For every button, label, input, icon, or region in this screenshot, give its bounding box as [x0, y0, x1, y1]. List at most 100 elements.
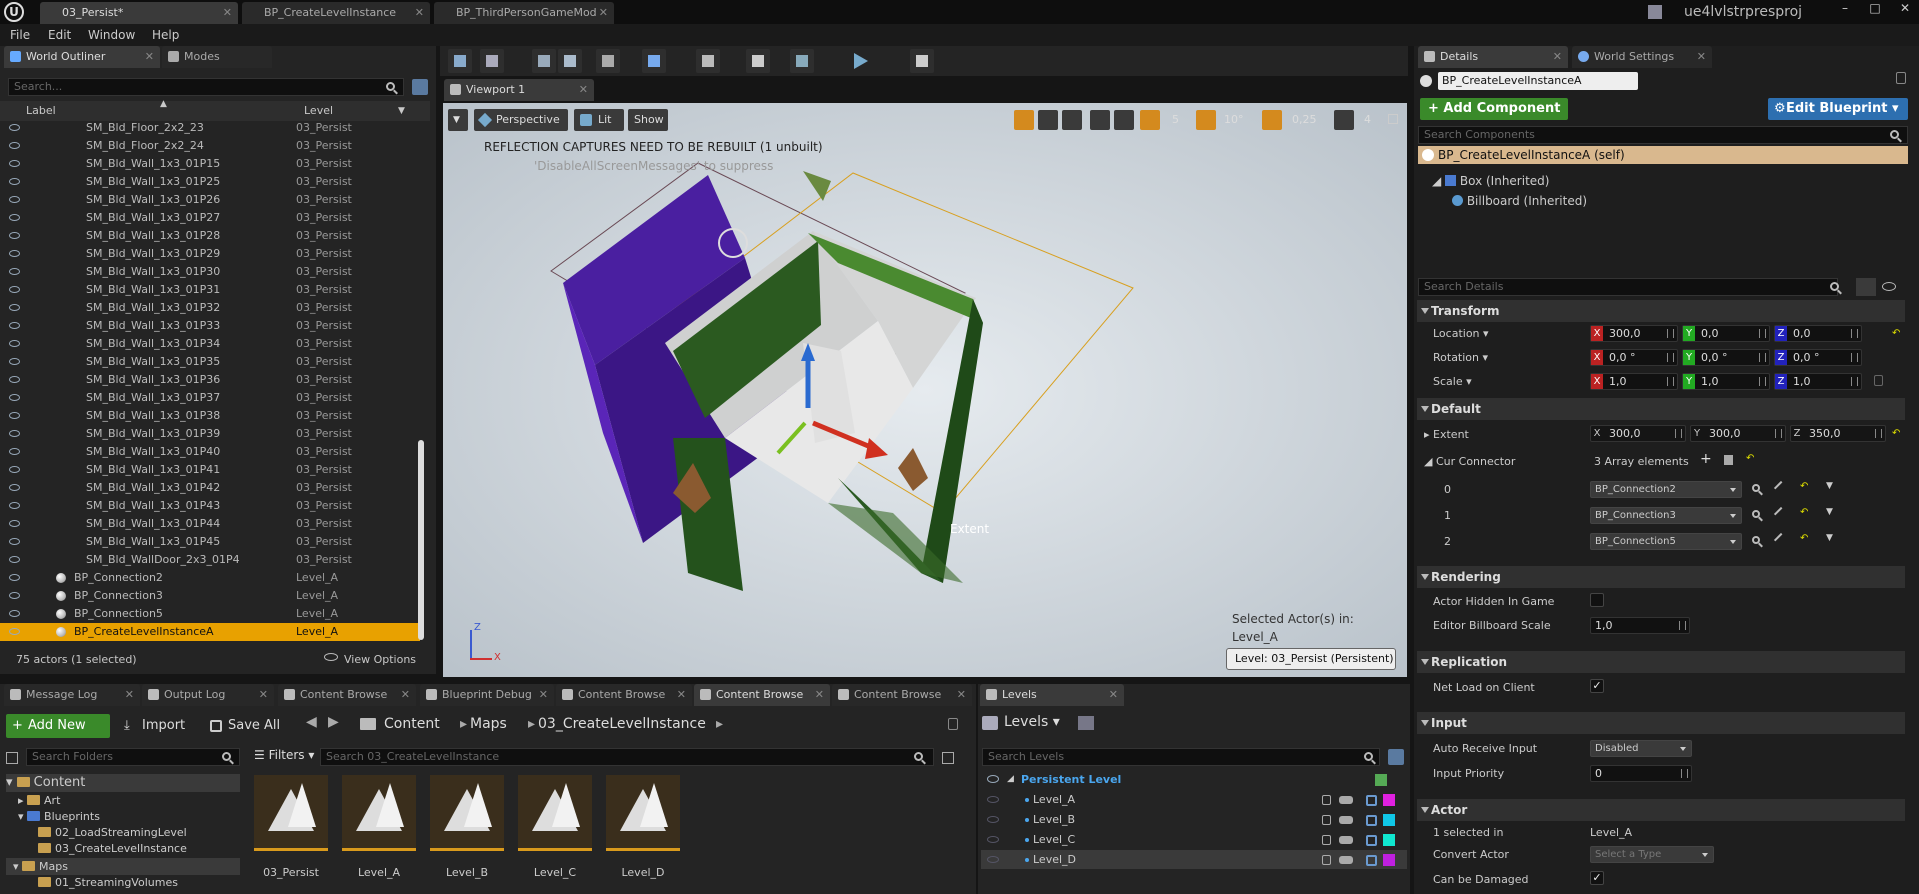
close-icon[interactable]: ✕	[145, 46, 154, 68]
viewport-menu-button[interactable]: ▼	[448, 109, 468, 131]
tab-blueprint-debug[interactable]: Blueprint Debug ✕	[420, 684, 554, 706]
doc-tab-persist[interactable]: 03_Persist* ✕	[40, 2, 238, 24]
scale-label[interactable]: Scale ▾	[1433, 375, 1472, 388]
col-level[interactable]: Level	[304, 104, 333, 117]
lock-icon[interactable]	[1322, 815, 1331, 825]
eye-icon[interactable]	[9, 592, 20, 599]
add-component-button[interactable]: + Add Component ▾	[1420, 98, 1568, 138]
outliner-row[interactable]: SM_Bld_Wall_1x3_01P33 03_Persist	[0, 317, 420, 335]
section-input[interactable]: Input	[1417, 712, 1905, 734]
doc-tab-bp-create[interactable]: BP_CreateLevelInstance ✕	[242, 2, 430, 24]
close-icon[interactable]: ✕	[599, 2, 608, 24]
search-assets-input[interactable]: Search 03_CreateLevelInstance	[320, 748, 934, 766]
save-all-button[interactable]: Save All	[210, 714, 280, 738]
level-row-persistent[interactable]: ◢ Persistent Level	[981, 770, 1407, 789]
reset-arrow-icon[interactable]: ↶	[1800, 533, 1808, 544]
level-row[interactable]: Level_B	[981, 810, 1407, 829]
blueprints-button[interactable]	[642, 49, 666, 73]
tab-viewport[interactable]: Viewport 1 ✕	[444, 79, 594, 101]
extent-x-field[interactable]: X 300,0	[1590, 425, 1686, 442]
gamepad-icon[interactable]	[1339, 856, 1353, 864]
actor-name-field[interactable]: BP_CreateLevelInstanceA	[1438, 72, 1638, 90]
asset-thumbnail[interactable]	[606, 775, 680, 851]
close-window-icon[interactable]: ✕	[1890, 0, 1919, 18]
eye-icon[interactable]	[9, 322, 20, 329]
levels-dropdown[interactable]: Levels ▾	[982, 714, 1060, 730]
tree-maps[interactable]: ▾ Maps	[6, 858, 240, 875]
lock-icon[interactable]	[1322, 795, 1331, 805]
eye-icon[interactable]	[9, 628, 20, 635]
summon-details-icon[interactable]	[1078, 716, 1094, 730]
col-label[interactable]: Label	[26, 104, 56, 117]
location-label[interactable]: Location ▾	[1433, 327, 1489, 340]
lock-icon[interactable]	[1896, 72, 1906, 84]
eye-icon[interactable]	[9, 610, 20, 617]
chevron-down-icon[interactable]: ▼	[398, 106, 405, 116]
eye-icon[interactable]	[987, 816, 999, 823]
auto-receive-dropdown[interactable]: Disabled	[1590, 740, 1692, 757]
chevron-down-icon[interactable]: ▼	[1826, 481, 1833, 491]
outliner-row[interactable]: SM_Bld_Wall_1x3_01P37 03_Persist	[0, 389, 420, 407]
eye-icon[interactable]	[9, 520, 20, 527]
outliner-row[interactable]: SM_Bld_Wall_1x3_01P39 03_Persist	[0, 425, 420, 443]
marketplace-button[interactable]	[558, 49, 582, 73]
outliner-row[interactable]: BP_Connection3 Level_A	[0, 587, 420, 605]
outliner-row[interactable]: SM_Bld_Wall_1x3_01P32 03_Persist	[0, 299, 420, 317]
eye-icon[interactable]	[987, 775, 999, 783]
tab-world-outliner[interactable]: World Outliner ✕	[4, 46, 160, 68]
eye-icon[interactable]	[9, 178, 20, 185]
eye-icon[interactable]	[9, 232, 20, 239]
eye-icon[interactable]	[1882, 282, 1896, 291]
level-color-swatch[interactable]	[1383, 854, 1395, 866]
browse-icon[interactable]	[1752, 510, 1760, 518]
eye-icon[interactable]	[9, 160, 20, 167]
show-button[interactable]: Show	[628, 109, 668, 131]
eye-icon[interactable]	[9, 376, 20, 383]
tree-art[interactable]: ▸ Art	[18, 794, 60, 807]
asset-thumbnail[interactable]	[342, 775, 416, 851]
menu-window[interactable]: Window	[88, 28, 135, 42]
tab-message-log[interactable]: Message Log ✕	[4, 684, 140, 706]
breadcrumb-content[interactable]: Content	[384, 716, 440, 732]
source-control-button[interactable]	[480, 49, 504, 73]
save-current-icon[interactable]	[448, 49, 472, 73]
camera-speed-value[interactable]: 4	[1364, 110, 1371, 130]
connector-dropdown[interactable]: BP_Connection2	[1590, 481, 1742, 498]
section-transform[interactable]: Transform	[1417, 300, 1905, 322]
outliner-row[interactable]: BP_Connection2 Level_A	[0, 569, 420, 587]
grid-size-value[interactable]: 5	[1172, 110, 1179, 130]
component-self[interactable]: BP_CreateLevelInstanceA (self)	[1418, 146, 1908, 164]
menu-edit[interactable]: Edit	[48, 28, 71, 42]
eye-icon[interactable]	[9, 574, 20, 581]
extent-z-field[interactable]: Z 350,0	[1790, 425, 1886, 442]
outliner-row[interactable]: SM_Bld_Wall_1x3_01P26 03_Persist	[0, 191, 420, 209]
outliner-row[interactable]: SM_Bld_Wall_1x3_01P29 03_Persist	[0, 245, 420, 263]
asset-thumbnail[interactable]	[518, 775, 592, 851]
add-element-icon[interactable]: +	[1700, 451, 1712, 467]
outliner-row[interactable]: BP_CreateLevelInstanceA Level_A	[0, 623, 420, 641]
scale-icon[interactable]	[1062, 110, 1082, 130]
outliner-row[interactable]: SM_Bld_Wall_1x3_01P15 03_Persist	[0, 155, 420, 173]
scl-y-field[interactable]: Y 1,0	[1682, 373, 1770, 390]
component-box[interactable]: ◢ Box (Inherited)	[1432, 174, 1549, 188]
close-icon[interactable]: ✕	[579, 79, 588, 101]
eye-icon[interactable]	[9, 196, 20, 203]
lit-button[interactable]: Lit	[574, 109, 624, 131]
property-matrix-icon[interactable]	[1856, 278, 1876, 296]
browse-icon[interactable]	[1752, 536, 1760, 544]
cinematics-button[interactable]	[696, 49, 720, 73]
eye-icon[interactable]	[987, 796, 999, 803]
section-replication[interactable]: Replication	[1417, 651, 1905, 673]
outliner-row[interactable]: SM_Bld_Wall_1x3_01P40 03_Persist	[0, 443, 420, 461]
reset-arrow-icon[interactable]: ↶	[1746, 453, 1754, 464]
gamepad-icon[interactable]	[1339, 836, 1353, 844]
outliner-row[interactable]: SM_Bld_WallDoor_2x3_01P4 03_Persist	[0, 551, 420, 569]
level-color-swatch[interactable]	[1383, 834, 1395, 846]
extent-y-field[interactable]: Y 300,0	[1690, 425, 1786, 442]
tree-blueprints[interactable]: ▾ Blueprints	[18, 810, 100, 823]
outliner-row[interactable]: SM_Bld_Wall_1x3_01P44 03_Persist	[0, 515, 420, 533]
level-row[interactable]: Level_C	[981, 830, 1407, 849]
save-icon[interactable]	[1366, 835, 1377, 846]
connector-dropdown[interactable]: BP_Connection5	[1590, 533, 1742, 550]
loc-x-field[interactable]: X 300,0	[1590, 325, 1678, 342]
